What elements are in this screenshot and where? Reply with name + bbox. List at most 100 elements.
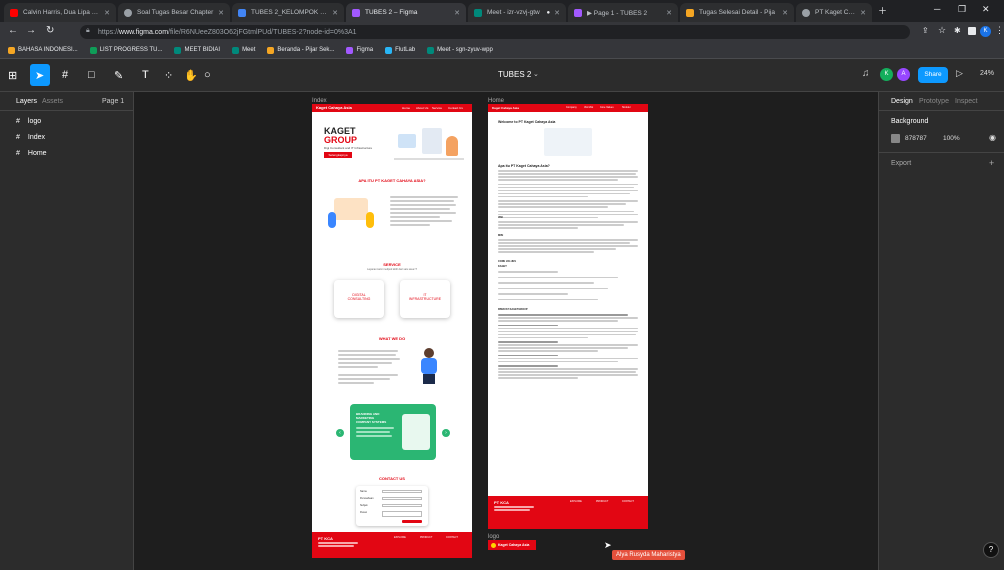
hand-icon[interactable]: ✋ (184, 69, 198, 82)
background-hex-input[interactable]: 878787 (905, 135, 927, 142)
chevron-down-icon[interactable]: ⌄ (533, 70, 539, 78)
bookmark-item[interactable]: Meet (232, 46, 255, 54)
docs-icon (238, 8, 246, 17)
heart-icon (686, 8, 694, 17)
service-card-digital: DIGITAL CONSULTING (334, 280, 384, 318)
star-icon[interactable]: ☆ (938, 25, 946, 36)
layer-item[interactable]: # logo (16, 118, 41, 125)
bookmark-item[interactable]: Meet - sgn-zyuv-wpp (427, 46, 493, 54)
address-bar-row: ← → ↻ 🔒︎ https://www.figma.com/file/R6NU… (0, 22, 1004, 42)
close-icon[interactable]: ✕ (218, 9, 224, 17)
assets-tab[interactable]: Assets (42, 98, 63, 105)
home-frame[interactable]: Kaget Cahaya Asia Company Visi Misi Core… (488, 104, 648, 529)
logo-frame[interactable]: Kaget Cahaya Asia (488, 540, 536, 550)
form-field (382, 504, 422, 507)
divider (879, 110, 1004, 111)
background-opacity-input[interactable]: 100% (943, 135, 960, 142)
close-icon[interactable]: ✕ (332, 9, 338, 17)
nav-item: Company (566, 106, 577, 109)
form-label: Perusahaan (360, 497, 374, 500)
rectangle-icon[interactable]: □ (88, 69, 95, 81)
layer-item[interactable]: # Index (16, 134, 45, 141)
share-button[interactable]: Share (918, 67, 948, 83)
eye-icon[interactable]: ◉ (989, 133, 996, 142)
resources-icon[interactable]: ⁘ (164, 69, 173, 82)
text-icon[interactable]: T (142, 69, 149, 81)
carousel-next-icon: › (442, 429, 450, 437)
figma-menu-icon[interactable]: ⊞ (8, 69, 17, 82)
close-icon[interactable]: ✕ (454, 9, 460, 17)
zoom-level[interactable]: 24% (980, 70, 994, 77)
design-tab[interactable]: Design (891, 98, 913, 105)
close-icon[interactable]: ✕ (554, 9, 560, 17)
bookmark-item[interactable]: Beranda - Pijar Sek... (267, 46, 334, 54)
browser-tab[interactable]: TUBES 2_KELOMPOK 3 - G ✕ (232, 3, 344, 22)
browser-tab[interactable]: ▶ Page 1 - TUBES 2 ✕ (568, 3, 678, 22)
bookmark-item[interactable]: FlutLab (385, 46, 415, 54)
close-icon[interactable]: ✕ (666, 9, 672, 17)
add-export-icon[interactable]: + (989, 158, 994, 168)
bookmark-item[interactable]: MEET BIDIAI (174, 46, 221, 54)
audio-icon[interactable]: ♫ (862, 68, 870, 79)
browser-tab[interactable]: Tugas Selesai Detail - Pija ✕ (680, 3, 794, 22)
home-history-text (498, 314, 638, 379)
frame-icon[interactable]: # (62, 69, 68, 81)
bookmark-item[interactable]: LIST PROGRESS TU... (89, 46, 162, 54)
bookmark-label: MEET BIDIAI (184, 47, 221, 53)
bookmark-item[interactable]: BAHASA INDONESI... (8, 46, 78, 54)
sidepanel-icon[interactable] (968, 27, 976, 35)
browser-tab-active[interactable]: TUBES 2 – Figma ✕ (346, 3, 466, 22)
close-icon[interactable]: ✕ (860, 9, 866, 17)
tab-title: Meet - izr-vzvj-gtw (487, 9, 540, 16)
meet-icon (174, 46, 182, 54)
nav-item: Struktur (622, 106, 631, 109)
recording-dot-icon: ● (546, 9, 551, 16)
close-icon[interactable]: ✕ (104, 9, 110, 17)
service-heading: SERVICE (383, 262, 401, 267)
move-icon: ➤ (35, 70, 45, 82)
comment-icon[interactable]: ○ (204, 69, 211, 81)
collaborator-avatar[interactable]: K (880, 68, 893, 81)
share-page-icon[interactable]: ⇪ (922, 26, 929, 35)
help-icon[interactable]: ? (983, 542, 999, 558)
carousel-image (402, 414, 430, 450)
present-icon[interactable]: ▷ (956, 68, 963, 79)
nav-item: Visi Misi (584, 106, 594, 109)
close-icon[interactable]: ✕ (782, 9, 788, 17)
home-welcome: Welcome to PT Kaget Cahaya Asia (498, 120, 556, 124)
layer-item[interactable]: # Home (16, 150, 47, 157)
browser-tab[interactable]: Meet - izr-vzvj-gtw ● ✕ (468, 3, 566, 22)
design-canvas[interactable]: Index Home Kaget Cahaya Asia Home About … (134, 92, 878, 570)
nav-about: About Us (416, 106, 429, 110)
browser-tab[interactable]: PT Kaget Cahaya Asia ✕ (796, 3, 872, 22)
url-input[interactable]: 🔒︎ https://www.figma.com/file/R6NUeeZ803… (80, 25, 910, 39)
browser-menu-icon[interactable]: ⋮ (995, 25, 1004, 36)
extensions-icon[interactable]: ✱ (954, 26, 961, 35)
pen-icon[interactable]: ✎ (114, 69, 123, 82)
back-icon[interactable]: ← (8, 25, 18, 36)
page-selector[interactable]: Page 1 (102, 98, 124, 105)
tab-title: Tugas Selesai Detail - Pija (699, 9, 775, 16)
profile-avatar[interactable]: K (980, 26, 991, 37)
inspect-tab[interactable]: Inspect (955, 98, 978, 105)
reload-icon[interactable]: ↻ (46, 25, 54, 36)
minimize-icon[interactable]: ─ (934, 4, 940, 14)
browser-tab[interactable]: Soal Tugas Besar Chapter ✕ (118, 3, 230, 22)
window-close-icon[interactable]: ✕ (982, 4, 990, 15)
maximize-icon[interactable]: ❐ (958, 4, 966, 15)
background-swatch[interactable] (891, 134, 900, 143)
person-shape (328, 212, 336, 228)
collaborator-avatar[interactable]: A (897, 68, 910, 81)
new-tab-button[interactable]: ＋ (878, 4, 887, 17)
index-frame[interactable]: Kaget Cahaya Asia Home About Us Service … (312, 104, 472, 558)
forward-icon[interactable]: → (26, 25, 36, 36)
layers-tab[interactable]: Layers (16, 98, 37, 105)
prototype-tab[interactable]: Prototype (919, 98, 949, 105)
hero-subtitle: Digi Consultant and IT Infrastructure (324, 146, 373, 150)
url-path: /file/R6NUeeZ803O62jFGtmlPUd/TUBES-2?nod… (168, 28, 357, 36)
file-title[interactable]: TUBES 2 (498, 70, 531, 79)
browser-tab[interactable]: Calvin Harris, Dua Lipa - O ✕ (4, 3, 116, 22)
footer-col-title: CONTACT (622, 500, 634, 503)
bookmark-item[interactable]: Figma (346, 46, 373, 54)
service-subtitle: Layanan kami meliputi lebih dari satu ar… (367, 268, 417, 271)
